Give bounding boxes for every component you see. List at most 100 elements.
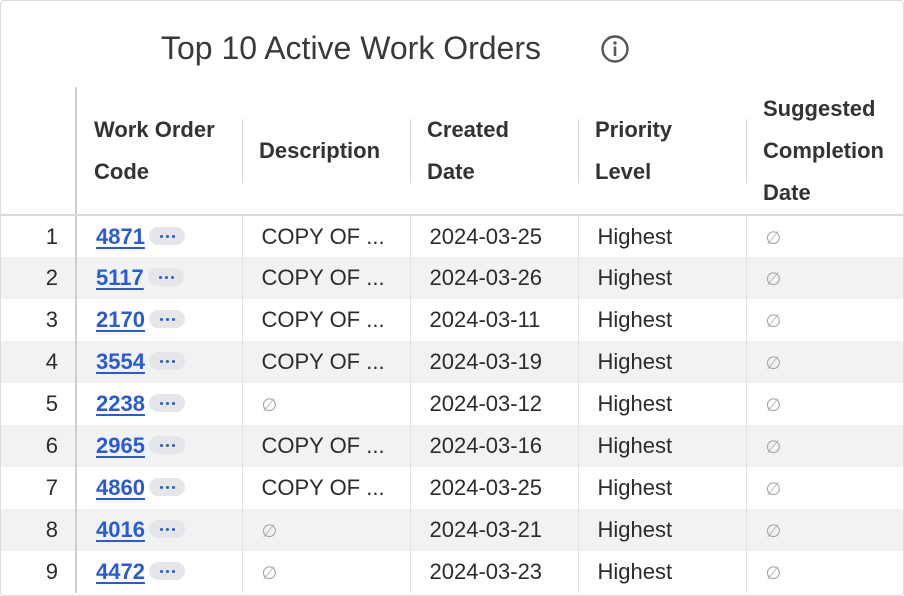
column-header-index: [1, 87, 77, 216]
created-date-cell: 2024-03-16: [410, 425, 579, 467]
column-header-description[interactable]: Description: [242, 87, 410, 216]
row-index: 4: [1, 341, 77, 383]
created-date-value: 2024-03-25: [429, 475, 543, 500]
table-row[interactable]: 1 4871 COPY OF ... 2024-03-25 Highest ∅: [1, 215, 903, 257]
description-value: COPY OF ...: [261, 349, 385, 374]
created-date-value: 2024-03-25: [429, 223, 543, 249]
header-line: Work Order: [94, 116, 215, 142]
more-options-icon[interactable]: [148, 352, 185, 371]
description-cell: COPY OF ...: [242, 467, 411, 509]
priority-level-value: Highest: [597, 475, 673, 500]
table-row[interactable]: 8 4016 ∅ 2024-03-21 Highest ∅: [1, 509, 903, 551]
header-line: Level: [595, 158, 652, 184]
null-value: ∅: [765, 563, 782, 583]
null-value: ∅: [261, 521, 278, 541]
work-order-code-cell: 3554: [76, 341, 243, 383]
suggested-completion-date-cell: ∅: [746, 383, 903, 425]
created-date-cell: 2024-03-19: [410, 341, 579, 383]
work-orders-table: Work Order Code Description Created Date…: [1, 87, 903, 593]
description-cell: COPY OF ...: [242, 299, 411, 341]
column-header-code[interactable]: Work Order Code: [76, 87, 242, 216]
suggested-completion-date-cell: ∅: [746, 467, 903, 509]
priority-level-value: Highest: [597, 517, 673, 542]
table-row[interactable]: 5 2238 ∅ 2024-03-12 Highest ∅: [1, 383, 903, 425]
work-order-code-cell: 2170: [76, 299, 243, 341]
null-value: ∅: [261, 563, 278, 583]
column-header-suggested-completion-date[interactable]: Suggested Completion Date: [746, 87, 903, 216]
table-row[interactable]: 6 2965 COPY OF ... 2024-03-16 Highest ∅: [1, 425, 903, 467]
description-value: COPY OF ...: [261, 433, 385, 458]
null-value: ∅: [765, 269, 782, 289]
priority-level-value: Highest: [597, 391, 673, 416]
work-order-link[interactable]: 2965: [96, 433, 145, 458]
more-options-icon[interactable]: [148, 478, 185, 497]
table-row[interactable]: 2 5117 COPY OF ... 2024-03-26 Highest ∅: [1, 257, 903, 299]
created-date-value: 2024-03-19: [429, 349, 543, 374]
suggested-completion-date-cell: ∅: [746, 299, 903, 341]
created-date-cell: 2024-03-12: [410, 383, 579, 425]
row-index: 7: [1, 467, 77, 509]
description-value: COPY OF ...: [261, 265, 385, 290]
description-value: COPY OF ...: [261, 307, 385, 332]
work-orders-widget: Top 10 Active Work Orders Work Order Cod…: [0, 0, 904, 596]
suggested-completion-date-cell: ∅: [746, 341, 903, 383]
header-line: Suggested: [763, 95, 876, 121]
more-options-icon[interactable]: [148, 310, 185, 329]
description-cell: ∅: [242, 551, 411, 593]
priority-level-value: Highest: [597, 223, 673, 249]
work-order-link[interactable]: 3554: [96, 349, 145, 374]
created-date-value: 2024-03-11: [429, 307, 541, 332]
description-cell: COPY OF ...: [242, 425, 411, 467]
suggested-completion-date-cell: ∅: [746, 215, 903, 257]
work-order-link[interactable]: 4871: [96, 224, 145, 249]
header-line: Priority: [595, 116, 673, 142]
more-options-icon[interactable]: [148, 394, 185, 413]
work-order-link[interactable]: 4860: [96, 475, 145, 500]
work-order-link[interactable]: 2238: [96, 391, 145, 416]
row-index: 6: [1, 425, 77, 467]
row-index: 3: [1, 299, 77, 341]
work-order-link[interactable]: 5117: [96, 265, 144, 290]
header-row: Work Order Code Description Created Date…: [1, 87, 903, 216]
work-order-link[interactable]: 4016: [96, 517, 145, 542]
table-row[interactable]: 7 4860 COPY OF ... 2024-03-25 Highest ∅: [1, 467, 903, 509]
more-options-icon[interactable]: [148, 436, 185, 455]
created-date-value: 2024-03-26: [429, 265, 543, 290]
column-header-created-date[interactable]: Created Date: [410, 87, 578, 216]
suggested-completion-date-cell: ∅: [746, 509, 903, 551]
column-header-priority-level[interactable]: Priority Level: [578, 87, 746, 216]
priority-level-cell: Highest: [578, 383, 747, 425]
info-icon[interactable]: [600, 34, 630, 64]
work-order-link[interactable]: 2170: [96, 307, 145, 332]
widget-title: Top 10 Active Work Orders: [161, 30, 541, 66]
null-value: ∅: [765, 479, 782, 499]
priority-level-value: Highest: [597, 307, 673, 332]
priority-level-value: Highest: [597, 433, 673, 458]
row-index: 2: [1, 257, 77, 299]
work-order-code-cell: 2238: [76, 383, 243, 425]
description-cell: COPY OF ...: [242, 341, 411, 383]
table-row[interactable]: 3 2170 COPY OF ... 2024-03-11 Highest ∅: [1, 299, 903, 341]
description-cell: ∅: [242, 383, 411, 425]
created-date-cell: 2024-03-25: [410, 215, 579, 257]
more-options-icon[interactable]: [148, 562, 185, 581]
more-options-icon[interactable]: [148, 520, 185, 539]
description-value: COPY OF ...: [261, 475, 385, 500]
more-options-icon[interactable]: [147, 268, 184, 287]
null-value: ∅: [765, 227, 782, 248]
table-row[interactable]: 4 3554 COPY OF ... 2024-03-19 Highest ∅: [1, 341, 903, 383]
work-order-code-cell: 4860: [76, 467, 243, 509]
header-line: Date: [763, 179, 811, 205]
header-line: Date: [427, 158, 475, 184]
created-date-value: 2024-03-21: [429, 517, 543, 542]
null-value: ∅: [765, 311, 782, 331]
table-row[interactable]: 9 4472 ∅ 2024-03-23 Highest ∅: [1, 551, 903, 593]
more-options-icon[interactable]: [148, 226, 185, 245]
header-line: Created: [427, 116, 509, 142]
suggested-completion-date-cell: ∅: [746, 551, 903, 593]
priority-level-value: Highest: [597, 349, 673, 374]
header-line: Code: [94, 158, 149, 184]
null-value: ∅: [765, 353, 782, 373]
work-order-link[interactable]: 4472: [96, 559, 145, 584]
suggested-completion-date-cell: ∅: [746, 257, 903, 299]
